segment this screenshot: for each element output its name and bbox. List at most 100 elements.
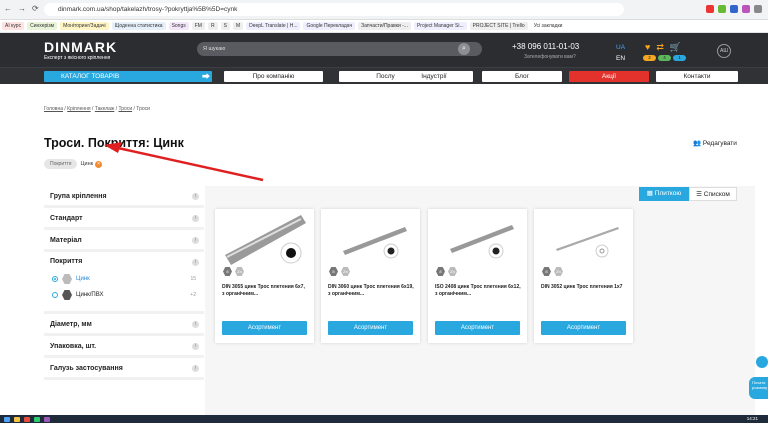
bookmark-item[interactable]: DeepL Translate | H... [246, 22, 301, 30]
filter-group-diameter[interactable]: Діаметр, мм i [44, 314, 204, 336]
product-image [450, 225, 514, 259]
bookmark-item[interactable]: R [207, 22, 218, 30]
filter-group-industry[interactable]: Галузь застосування i [44, 358, 204, 380]
nav-about[interactable]: Про компанію [224, 71, 323, 82]
taskbar-app-icon[interactable] [24, 416, 30, 422]
assortment-button[interactable]: Асортимент [541, 321, 626, 335]
cart-icon[interactable]: 🛒 [670, 42, 681, 53]
nav-contacts[interactable]: Контакти [656, 71, 738, 82]
back-icon[interactable]: ← [4, 4, 12, 13]
info-icon[interactable]: i [192, 259, 199, 266]
filter-option-label: Цинк [76, 276, 90, 282]
taskbar-app-icon[interactable] [44, 416, 50, 422]
assortment-button[interactable]: Асортимент [222, 321, 307, 335]
extension-icon[interactable] [706, 5, 714, 13]
hex-badge: 8 [329, 267, 338, 276]
filter-group-coating: Покриття i Цинк 15 Цинк/ПВХ +2 [44, 252, 204, 314]
product-card[interactable]: 8 Zn DIN 3060 цинк Трос плетения 6x19, з… [321, 209, 420, 343]
bookmark-item[interactable]: Songs [168, 22, 189, 30]
info-icon[interactable]: i [192, 193, 199, 200]
info-icon[interactable]: i [192, 215, 199, 222]
extension-icon[interactable] [718, 5, 726, 13]
bookmark-item[interactable]: Щоденна статистика [111, 22, 166, 30]
bookmark-item[interactable]: PROJECT SITE | Trello [469, 22, 528, 30]
bookmark-item[interactable]: FM [191, 22, 205, 30]
edit-button[interactable]: 👥 Редагувати [693, 139, 737, 147]
taskbar-app-icon[interactable] [34, 416, 40, 422]
bookmark-item[interactable]: M [232, 22, 244, 30]
taskbar-app-icon[interactable] [14, 416, 20, 422]
lang-en[interactable]: EN [616, 53, 625, 64]
tagline: Експерт з якісного кріплення [44, 55, 111, 61]
favorites-icon[interactable]: ♥ [645, 42, 650, 53]
chat-widget[interactable]: Почати розмову [749, 377, 768, 399]
assortment-button[interactable]: Асортимент [328, 321, 413, 335]
view-list-button[interactable]: ☰ Списком [689, 187, 737, 201]
product-title[interactable]: DIN 3060 цинк Трос плетения 6x19, з орга… [328, 284, 414, 297]
reload-icon[interactable]: ⟳ [32, 4, 39, 13]
filter-group-label: Стандарт [50, 215, 83, 222]
lang-ua[interactable]: UA [616, 42, 625, 53]
bookmark-item[interactable]: AI курс [2, 22, 25, 30]
product-title[interactable]: ISO 2408 цинк Трос плетения 6x12, з орга… [435, 284, 521, 297]
product-card[interactable]: 8 Zn DIN 3055 цинк Трос плетения 6x7, з … [215, 209, 314, 343]
bookmark-item[interactable]: Запчасти/Правки -... [358, 22, 411, 30]
product-card[interactable]: 8 Zn ISO 2408 цинк Трос плетения 6x12, з… [428, 209, 527, 343]
nav-blog[interactable]: Блог [482, 71, 562, 82]
filter-option-label: Цинк/ПВХ [76, 292, 104, 298]
extension-icon[interactable] [742, 5, 750, 13]
search-input[interactable]: Я шукаю ⌕ [197, 42, 482, 56]
bookmark-item[interactable]: S [220, 22, 230, 30]
extension-icon[interactable] [730, 5, 738, 13]
catalog-label: КАТАЛОГ ТОВАРІВ [61, 73, 120, 80]
nav-promotions[interactable]: Акції [569, 71, 649, 82]
radio[interactable] [52, 292, 58, 298]
breadcrumb-fasteners[interactable]: Кріплення [67, 106, 90, 112]
forward-icon[interactable]: → [18, 4, 26, 13]
close-icon[interactable]: × [95, 160, 103, 168]
extensions [706, 5, 762, 13]
info-icon[interactable]: i [192, 321, 199, 328]
bookmark-item[interactable]: Моніторинг/Задачі [60, 22, 109, 30]
address-bar[interactable]: dinmark.com.ua/shop/takelazh/trosy-?pokr… [44, 3, 624, 16]
catalog-button[interactable]: КАТАЛОГ ТОВАРІВ ⮕ [44, 71, 212, 82]
bookmark-item[interactable]: Google Перекладач [303, 22, 356, 30]
breadcrumb-rigging[interactable]: Такелаж [95, 106, 115, 112]
product-card[interactable]: 8 Zn DIN 3052 цинк Трос плетения 1x7 Асо… [534, 209, 633, 343]
assortment-button[interactable]: Асортимент [435, 321, 520, 335]
filter-group-fastener[interactable]: Група кріплення i [44, 186, 204, 208]
callback-link[interactable]: Зателефонувати вам? [524, 54, 576, 60]
site-logo[interactable]: DINMARK [44, 39, 117, 55]
breadcrumb-ropes[interactable]: Троси [118, 106, 132, 112]
filter-group-package[interactable]: Упаковка, шт. i [44, 336, 204, 358]
radio-selected[interactable] [52, 276, 58, 282]
filter-group-label[interactable]: Покриття [50, 258, 82, 265]
filter-option-count: 15 [190, 276, 196, 282]
breadcrumb-home[interactable]: Головна [44, 106, 63, 112]
bookmark-item[interactable]: Усі закладки [530, 22, 566, 30]
bookmark-item[interactable]: Синхерізм [27, 22, 58, 30]
phone-number[interactable]: +38 096 011-01-03 [512, 42, 579, 51]
product-title[interactable]: DIN 3052 цинк Трос плетения 1x7 [541, 284, 627, 291]
view-tiles-button[interactable]: ▦ Плиткою [639, 187, 689, 201]
search-icon[interactable]: ⌕ [458, 43, 470, 55]
filter-group-material[interactable]: Матеріал i [44, 230, 204, 252]
info-icon[interactable]: i [192, 237, 199, 244]
bookmark-item[interactable]: Project Manager Si... [413, 22, 467, 30]
zinc-badge: Zn [448, 267, 457, 276]
compare-icon[interactable]: ⇄ [656, 42, 664, 53]
telegram-icon[interactable] [756, 356, 768, 368]
nav-industries[interactable]: Індустрії [395, 71, 473, 82]
avatar[interactable]: АШ [717, 44, 731, 58]
info-icon[interactable]: i [192, 365, 199, 372]
info-icon[interactable]: i [192, 343, 199, 350]
filter-option-zinc-pvc[interactable]: Цинк/ПВХ [52, 290, 103, 300]
filter-option-zinc[interactable]: Цинк [52, 274, 90, 284]
product-title[interactable]: DIN 3055 цинк Трос плетения 6x7, з орган… [222, 284, 308, 297]
product-image [556, 227, 619, 258]
start-icon[interactable] [4, 416, 10, 422]
filter-group-standard[interactable]: Стандарт i [44, 208, 204, 230]
favorites-count: 2 [643, 55, 656, 61]
site-header: DINMARK Експерт з якісного кріплення Я ш… [0, 33, 768, 67]
extension-icon[interactable] [754, 5, 762, 13]
